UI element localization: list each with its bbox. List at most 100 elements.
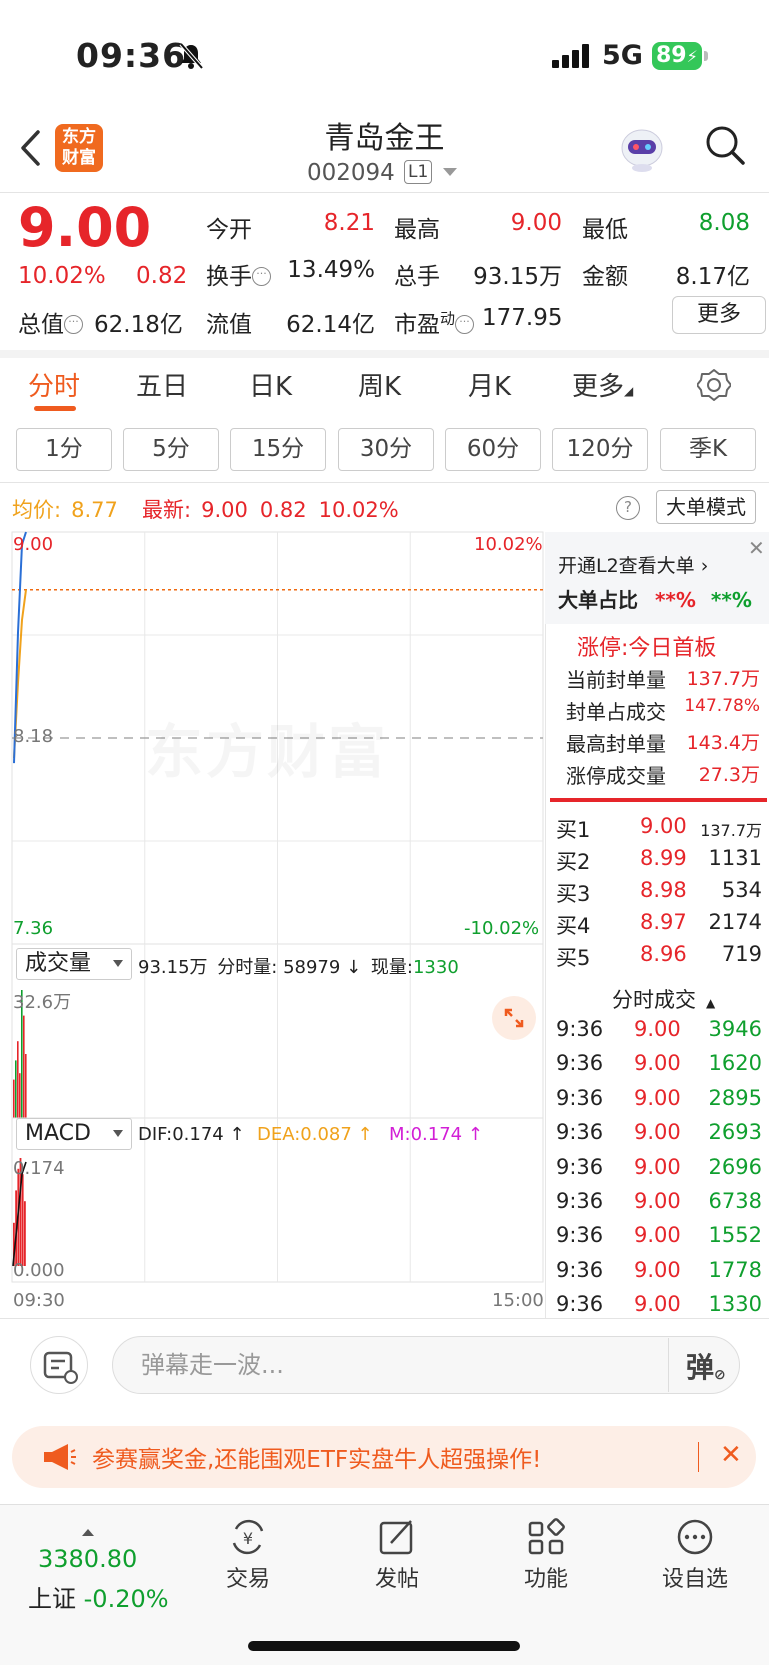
trade-row: 9:36 9.00 2696 xyxy=(556,1155,762,1185)
trade-qty: 2895 xyxy=(708,1085,762,1110)
danmu-divider xyxy=(668,1338,669,1392)
tab-intraday[interactable]: 分时 xyxy=(28,366,80,403)
index-expand-caret-icon[interactable] xyxy=(82,1529,94,1536)
trade-time: 9:36 xyxy=(556,1120,604,1145)
tab-weekly-k[interactable]: 周K xyxy=(358,366,401,403)
subtab-quarter-k[interactable]: 季K xyxy=(660,428,756,471)
subtab-60min[interactable]: 60分 xyxy=(445,428,541,471)
last-price-readout: 最新: 9.00 0.82 10.02% xyxy=(142,498,399,522)
book-price: 8.99 xyxy=(640,846,687,870)
nav-trade[interactable]: ¥ 交易 xyxy=(198,1517,298,1593)
macd-indicator-select[interactable]: MACD xyxy=(16,1118,132,1150)
subtab-30min[interactable]: 30分 xyxy=(338,428,434,471)
danmu-toggle-button[interactable]: 弹⊘ xyxy=(686,1346,726,1386)
high-label: 最高 xyxy=(394,217,440,243)
subtab-120min[interactable]: 120分 xyxy=(552,428,648,471)
trade-row: 9:36 9.00 1778 xyxy=(556,1258,762,1288)
l2-upgrade-link[interactable]: 开通L2查看大单 › xyxy=(558,551,708,578)
order-book-row[interactable]: 买3 8.98 534 xyxy=(556,878,762,908)
nav-functions[interactable]: 功能 xyxy=(496,1517,596,1593)
index-value[interactable]: 3380.80 xyxy=(38,1545,137,1573)
limit-row-value: 27.3万 xyxy=(698,764,760,786)
trade-price: 9.00 xyxy=(634,1154,681,1179)
chart-tabs: 分时 五日 日K 周K 月K 更多◢ xyxy=(0,356,769,416)
trade-row: 9:36 9.00 2693 xyxy=(556,1120,762,1150)
banner-close-icon[interactable]: ✕ xyxy=(720,1440,742,1470)
x-end-label: 15:00 xyxy=(492,1290,544,1311)
intraday-chart[interactable] xyxy=(0,530,545,1290)
search-icon[interactable] xyxy=(704,124,746,166)
dif-readout: DIF:0.174 ↑ xyxy=(138,1124,245,1145)
expand-icon xyxy=(504,1008,524,1028)
tab-monthly-k[interactable]: 月K xyxy=(468,366,511,403)
trade-time: 9:36 xyxy=(556,1223,604,1248)
book-price: 8.96 xyxy=(640,942,687,966)
trade-qty: 2693 xyxy=(708,1120,762,1145)
change-percent: 10.02% xyxy=(18,263,106,289)
active-tab-indicator xyxy=(34,406,76,411)
divider xyxy=(0,482,769,483)
subtab-1min[interactable]: 1分 xyxy=(16,428,112,471)
stock-switch-caret-icon[interactable] xyxy=(443,168,457,176)
subtab-15min[interactable]: 15分 xyxy=(230,428,326,471)
limit-row-value: 147.78% xyxy=(684,696,760,716)
trades-title[interactable]: 分时成交 ▲ xyxy=(612,984,715,1014)
volume-max-label: 32.6万 xyxy=(13,992,72,1013)
limit-row-label: 涨停成交量 xyxy=(566,764,666,788)
battery-indicator: 89⚡ xyxy=(652,42,702,70)
pct-max-label: 10.02% xyxy=(474,534,543,555)
subtab-5min[interactable]: 5分 xyxy=(123,428,219,471)
more-quote-button[interactable]: 更多 xyxy=(672,296,766,334)
grid-icon xyxy=(528,1518,565,1555)
tab-daily-k[interactable]: 日K xyxy=(249,366,292,403)
trade-row: 9:36 9.00 3946 xyxy=(556,1017,762,1047)
tab-five-day[interactable]: 五日 xyxy=(136,366,188,403)
volume-label: 总手 xyxy=(394,264,440,290)
trade-time: 9:36 xyxy=(556,1189,604,1213)
amount-label: 金额 xyxy=(582,264,628,290)
open-label: 今开 xyxy=(206,217,252,243)
nav-add-watchlist[interactable]: 设自选 xyxy=(645,1517,745,1593)
limit-row-label: 封单占成交 xyxy=(566,700,666,724)
close-icon[interactable]: ✕ xyxy=(748,536,765,560)
pe-label[interactable]: 市盈动 ··· xyxy=(394,305,475,339)
info-dots-icon: ··· xyxy=(455,315,475,334)
index-name[interactable]: 上证 -0.20% xyxy=(28,1579,169,1614)
book-price: 9.00 xyxy=(640,814,687,838)
big-order-mode-button[interactable]: 大单模式 xyxy=(656,490,756,524)
volume-indicator-select[interactable]: 成交量 xyxy=(16,948,132,980)
promo-banner[interactable]: 参赛赢奖金,还能围观ETF实盘牛人超强操作! ✕ xyxy=(12,1426,756,1488)
megaphone-icon xyxy=(44,1444,76,1470)
danmu-settings-icon[interactable] xyxy=(30,1336,88,1394)
book-label: 买2 xyxy=(556,850,591,874)
book-qty: 1131 xyxy=(708,846,762,870)
order-book-row[interactable]: 买1 9.00 137.7万 xyxy=(556,814,762,844)
trade-qty: 1778 xyxy=(708,1257,762,1282)
mktcap-label[interactable]: 总值 ··· xyxy=(18,305,83,339)
change-amount: 0.82 xyxy=(136,263,188,289)
order-book-row[interactable]: 买4 8.97 2174 xyxy=(556,910,762,940)
tab-more[interactable]: 更多◢ xyxy=(572,366,633,403)
danmu-input[interactable]: 弹幕走一波... xyxy=(112,1336,740,1394)
info-dots-icon: ··· xyxy=(64,315,83,334)
status-bar: 09:36 5G 89⚡ xyxy=(0,0,769,110)
nav-post[interactable]: 发帖 xyxy=(347,1517,447,1593)
help-icon[interactable]: ? xyxy=(616,496,640,520)
settings-gear-icon[interactable] xyxy=(697,368,731,402)
trade-time: 9:36 xyxy=(556,1051,604,1076)
robot-assistant-icon[interactable] xyxy=(618,126,666,172)
float-label: 流值 xyxy=(206,312,252,338)
expand-chart-button[interactable] xyxy=(492,996,536,1040)
trade-qty: 1620 xyxy=(708,1051,762,1076)
y-ref-label: 8.18 xyxy=(13,726,54,747)
banner-text[interactable]: 参赛赢奖金,还能围观ETF实盘牛人超强操作! xyxy=(92,1440,541,1474)
trade-time: 9:36 xyxy=(556,1085,604,1110)
volume-bar xyxy=(13,1079,15,1118)
trade-icon: ¥ xyxy=(232,1519,264,1555)
order-book-row[interactable]: 买5 8.96 719 xyxy=(556,942,762,972)
trade-qty: 6738 xyxy=(708,1189,762,1213)
amount-value: 8.17亿 xyxy=(675,264,750,290)
turnover-label[interactable]: 换手 ··· xyxy=(206,257,271,291)
trade-time: 9:36 xyxy=(556,1292,604,1317)
order-book-row[interactable]: 买2 8.99 1131 xyxy=(556,846,762,876)
